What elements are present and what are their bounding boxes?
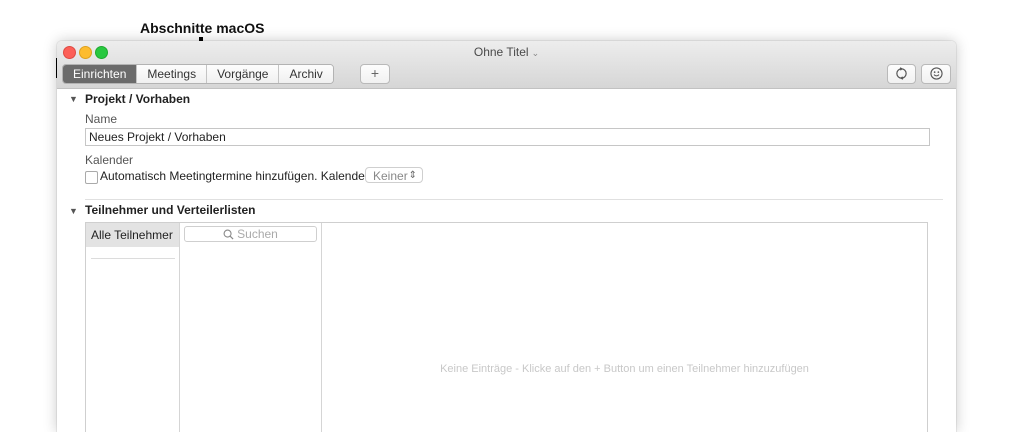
search-placeholder: Suchen bbox=[237, 227, 278, 241]
tab-einrichten[interactable]: Einrichten bbox=[63, 65, 137, 83]
window-title[interactable]: Ohne Titel ⌄ bbox=[57, 45, 956, 59]
project-name-field[interactable]: Neues Projekt / Vorhaben bbox=[85, 128, 930, 146]
chevron-down-icon: ⌄ bbox=[531, 48, 540, 58]
tab-archiv[interactable]: Archiv bbox=[278, 65, 333, 83]
window-title-text: Ohne Titel bbox=[473, 45, 529, 59]
tab-vorgaenge[interactable]: Vorgänge bbox=[206, 65, 279, 83]
section-divider bbox=[85, 199, 943, 200]
search-icon bbox=[223, 229, 234, 240]
annotation-label: Abschnitte macOS bbox=[140, 20, 265, 36]
sync-button[interactable] bbox=[887, 64, 916, 84]
titlebar: Ohne Titel ⌄ Einrichten Meetings Vorgänge… bbox=[57, 41, 956, 89]
lists-column: Alle Teilnehmer bbox=[86, 223, 180, 432]
main-content: ▼ Projekt / Vorhaben Name Neues Projekt … bbox=[57, 89, 956, 432]
section-segmented-control: Einrichten Meetings Vorgänge Archiv bbox=[62, 64, 334, 84]
search-field[interactable]: Suchen bbox=[184, 226, 317, 242]
list-item-all-participants[interactable]: Alle Teilnehmer bbox=[86, 223, 179, 247]
calendar-select-value: Keiner bbox=[373, 169, 408, 183]
participants-browser: Alle Teilnehmer Suchen Keine Einträge - … bbox=[85, 222, 928, 432]
calendar-label: Kalender bbox=[85, 153, 134, 167]
smiley-button[interactable] bbox=[921, 64, 951, 84]
app-window: Ohne Titel ⌄ Einrichten Meetings Vorgänge… bbox=[57, 41, 956, 432]
tab-meetings[interactable]: Meetings bbox=[136, 65, 207, 83]
calendar-select[interactable]: Keiner ⇕ bbox=[365, 167, 423, 183]
add-button[interactable]: + bbox=[360, 64, 390, 84]
disclosure-triangle-icon[interactable]: ▼ bbox=[69, 94, 78, 104]
name-label: Name bbox=[85, 112, 118, 126]
sync-icon bbox=[896, 67, 907, 80]
participants-column: Suchen bbox=[180, 223, 322, 432]
list-separator bbox=[91, 258, 175, 259]
disclosure-triangle-icon[interactable]: ▼ bbox=[69, 206, 78, 216]
auto-meetings-label: Automatisch Meetingtermine hinzufügen. K… bbox=[100, 169, 373, 183]
empty-state-message: Keine Einträge - Klicke auf den + Button… bbox=[440, 363, 809, 375]
auto-meetings-checkbox[interactable] bbox=[85, 171, 98, 184]
section-title-project: Projekt / Vorhaben bbox=[85, 92, 191, 106]
smiley-icon bbox=[929, 67, 943, 80]
section-title-participants: Teilnehmer und Verteilerlisten bbox=[85, 203, 256, 217]
updown-chevron-icon: ⇕ bbox=[408, 170, 417, 181]
